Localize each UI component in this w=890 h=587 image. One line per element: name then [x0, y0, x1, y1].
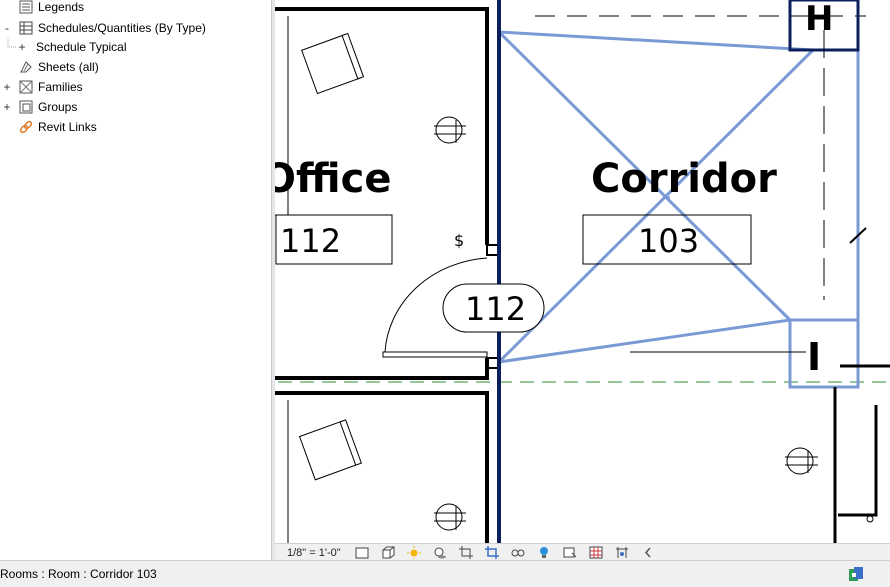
room-number: 103 — [638, 222, 699, 260]
view-control-bar: 1/8" = 1'-0" — [275, 543, 890, 561]
highlight-displacement-icon[interactable] — [589, 546, 604, 559]
lamp-icon — [434, 116, 466, 144]
tree-item-label: Groups — [38, 100, 78, 114]
show-crop-region-icon[interactable] — [485, 546, 500, 559]
families-icon — [19, 80, 33, 94]
expand-icon[interactable]: + — [2, 80, 12, 94]
door-leaf — [382, 351, 488, 358]
worksharing-icon[interactable] — [848, 566, 864, 582]
column-icon: H — [805, 0, 833, 39]
tree-item-groups[interactable]: Groups — [19, 97, 77, 117]
sheets-icon — [19, 60, 33, 74]
door-tag-number: 112 — [465, 290, 526, 328]
shadows-icon[interactable] — [433, 546, 448, 559]
room-selection-diagonal — [497, 48, 815, 364]
revit-links-icon — [19, 120, 33, 134]
lamp-icon — [785, 447, 818, 475]
groups-icon — [19, 100, 33, 114]
collapse-icon[interactable]: - — [2, 21, 12, 35]
symbol-mark: $ — [454, 231, 464, 250]
sun-path-icon[interactable] — [407, 546, 422, 559]
room-name: Corridor — [591, 156, 777, 202]
collapse-icon[interactable] — [641, 546, 656, 559]
status-text: Rooms : Room : Corridor 103 — [0, 567, 157, 581]
tree-item-schedule-typical[interactable]: Schedule Typical — [36, 37, 127, 57]
legend-icon — [19, 0, 33, 14]
chair-icon — [298, 419, 362, 481]
analytical-model-icon[interactable] — [563, 546, 578, 559]
office-wall — [275, 358, 489, 380]
column-icon: I — [807, 335, 821, 379]
reveal-hidden-icon[interactable] — [537, 546, 552, 559]
room-number: 112 — [280, 222, 341, 260]
expand-icon[interactable]: + — [17, 40, 27, 54]
lamp-icon — [434, 503, 466, 531]
chair-icon — [301, 32, 365, 95]
tree-item-families[interactable]: Families — [19, 77, 83, 97]
room-name: Office — [275, 156, 391, 202]
project-browser: Legends - Schedules/Quantities (By Type)… — [0, 0, 271, 560]
office-wall — [275, 7, 489, 245]
tree-item-label: Legends — [38, 0, 85, 14]
floor-plan: $ H I Office 112 Corridor 103 112 — [275, 0, 890, 543]
tree-item-revit-links[interactable]: Revit Links — [19, 117, 97, 137]
visual-style-icon[interactable] — [381, 546, 396, 559]
temporary-hide-icon[interactable] — [511, 546, 526, 559]
column — [788, 318, 860, 389]
constraints-icon[interactable] — [615, 546, 630, 559]
expand-icon[interactable]: + — [2, 100, 12, 114]
view-scale[interactable]: 1/8" = 1'-0" — [287, 547, 341, 559]
crop-view-icon[interactable] — [459, 546, 474, 559]
tree-item-sheets[interactable]: Sheets (all) — [19, 57, 99, 77]
schedule-icon — [19, 21, 33, 35]
tree-item-label: Revit Links — [38, 120, 97, 134]
tree-item-legends[interactable]: Legends — [19, 0, 84, 17]
detail-level-icon[interactable] — [355, 546, 370, 559]
tree-item-label: Schedules/Quantities (By Type) — [38, 21, 206, 35]
tree-item-label: Sheets (all) — [38, 60, 99, 74]
tree-item-schedules[interactable]: Schedules/Quantities (By Type) — [19, 18, 206, 38]
tree-item-label: Schedule Typical — [36, 40, 127, 54]
drawing-canvas[interactable]: $ H I Office 112 Corridor 103 112 — [275, 0, 890, 543]
tree-item-label: Families — [38, 80, 83, 94]
status-bar: Rooms : Room : Corridor 103 — [0, 560, 890, 587]
